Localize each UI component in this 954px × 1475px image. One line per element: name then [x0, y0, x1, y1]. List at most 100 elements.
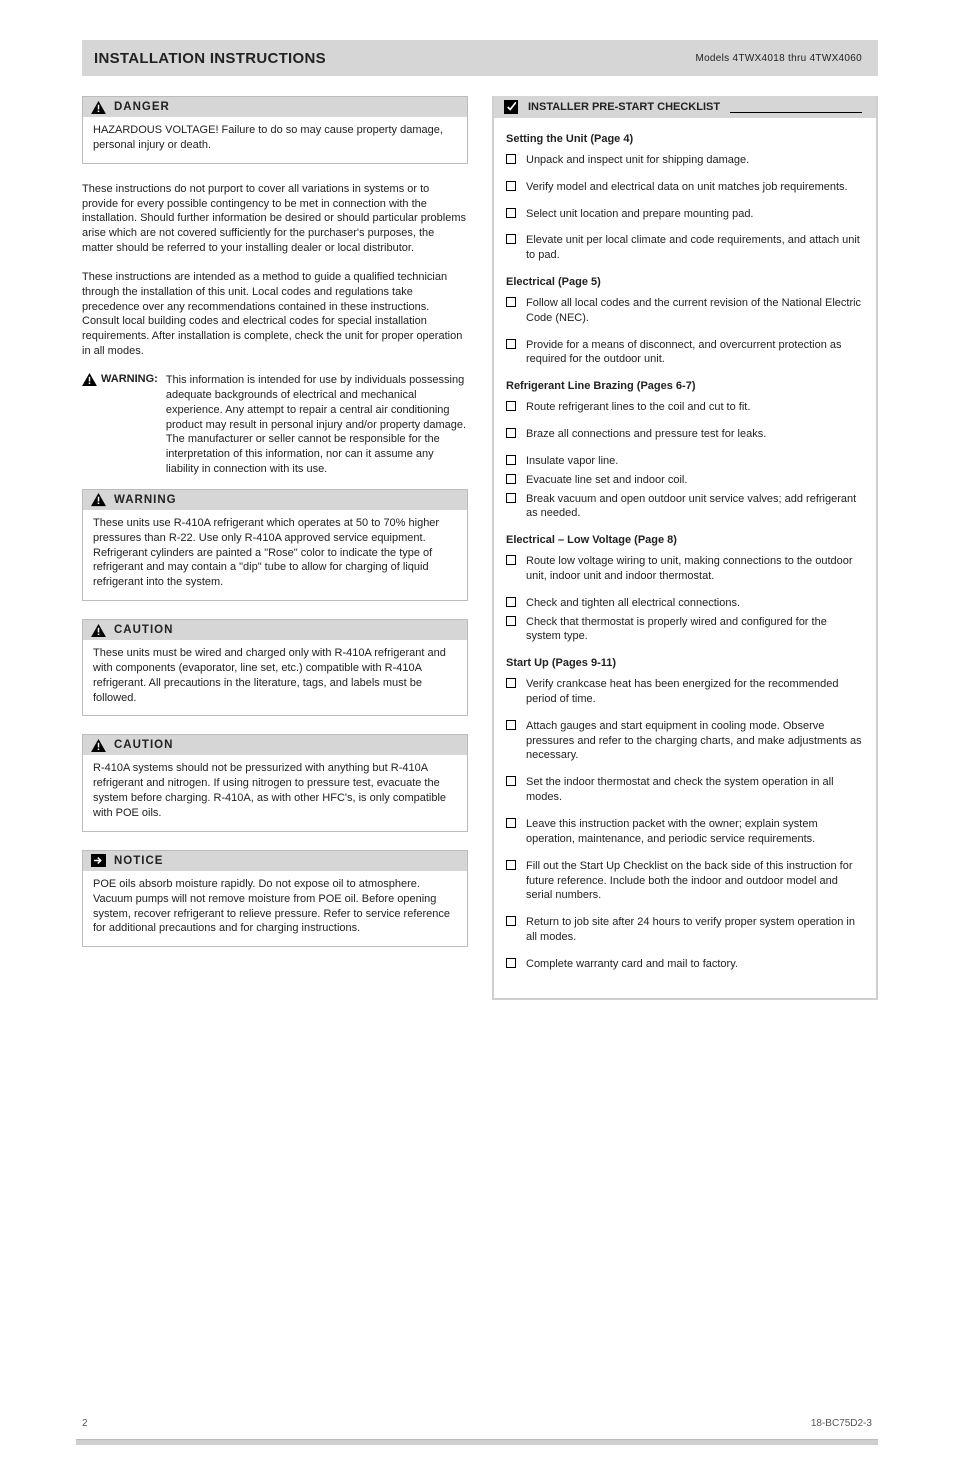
checklist-item-text: Insulate vapor line.: [526, 454, 864, 469]
checklist-item: Follow all local codes and the current r…: [506, 296, 864, 326]
danger-body: HAZARDOUS VOLTAGE! Failure to do so may …: [83, 117, 467, 163]
warning-body: These units use R-410A refrigerant which…: [83, 510, 467, 600]
caution-label-2: CAUTION: [114, 739, 173, 751]
checkbox[interactable]: [506, 678, 516, 688]
warning-label: WARNING: [114, 494, 177, 506]
checkbox[interactable]: [506, 597, 516, 607]
checklist-item-text: Leave this instruction packet with the o…: [526, 817, 864, 847]
checklist-item: Verify model and electrical data on unit…: [506, 180, 864, 195]
checkbox[interactable]: [506, 401, 516, 411]
checkbox[interactable]: [506, 339, 516, 349]
checklist-item-text: Evacuate line set and indoor coil.: [526, 473, 864, 488]
checkbox[interactable]: [506, 958, 516, 968]
checklist-item: Route refrigerant lines to the coil and …: [506, 400, 864, 415]
checklist-section-title: Electrical (Page 5): [506, 275, 864, 290]
checklist-item-text: Select unit location and prepare mountin…: [526, 207, 864, 222]
checklist-item: Insulate vapor line.: [506, 454, 864, 469]
page-subtitle: Models 4TWX4018 thru 4TWX4060: [695, 53, 866, 64]
caution-label-1: CAUTION: [114, 624, 173, 636]
checklist: Verify crankcase heat has been energized…: [506, 677, 864, 972]
checklist-item-text: Attach gauges and start equipment in coo…: [526, 719, 864, 764]
page-number-right: 18-BC75D2-3: [811, 1418, 872, 1429]
checklist-item: Elevate unit per local climate and code …: [506, 233, 864, 263]
checkbox[interactable]: [506, 493, 516, 503]
checklist-item-text: Provide for a means of disconnect, and o…: [526, 338, 864, 368]
checklist-item-text: Check that thermostat is properly wired …: [526, 615, 864, 645]
checklist-item: Provide for a means of disconnect, and o…: [506, 338, 864, 368]
checkbox[interactable]: [506, 916, 516, 926]
precheck-header: INSTALLER PRE-START CHECKLIST: [494, 96, 876, 118]
checklist-item: Evacuate line set and indoor coil.: [506, 473, 864, 488]
danger-label: DANGER: [114, 101, 170, 113]
page-number-left: 2: [82, 1418, 88, 1429]
checklist-item: Fill out the Start Up Checklist on the b…: [506, 859, 864, 904]
checklist-section-title: Start Up (Pages 9-11): [506, 656, 864, 671]
checklist-item: Set the indoor thermostat and check the …: [506, 775, 864, 805]
warning-triangle-icon: [91, 624, 106, 637]
general-paragraph-1: These instructions do not purport to cov…: [82, 182, 468, 256]
checklist-item: Break vacuum and open outdoor unit servi…: [506, 492, 864, 522]
inline-warning-text: This information is intended for use by …: [166, 373, 468, 477]
checkbox[interactable]: [506, 181, 516, 191]
checklist: Route refrigerant lines to the coil and …: [506, 400, 864, 521]
checklist-item: Complete warranty card and mail to facto…: [506, 957, 864, 972]
checklist-item-text: Route low voltage wiring to unit, making…: [526, 554, 864, 584]
checkbox[interactable]: [506, 208, 516, 218]
caution-callout-1: CAUTION These units must be wired and ch…: [82, 619, 468, 716]
checkbox[interactable]: [506, 860, 516, 870]
checklist-item: Verify crankcase heat has been energized…: [506, 677, 864, 707]
caution-callout-2: CAUTION R-410A systems should not be pre…: [82, 734, 468, 831]
checklist-item-text: Set the indoor thermostat and check the …: [526, 775, 864, 805]
footer-rule: [76, 1439, 878, 1445]
checkbox[interactable]: [506, 428, 516, 438]
warning-triangle-icon: [91, 493, 106, 506]
checklist-item-text: Elevate unit per local climate and code …: [526, 233, 864, 263]
checkbox[interactable]: [506, 776, 516, 786]
notice-callout: NOTICE POE oils absorb moisture rapidly.…: [82, 850, 468, 947]
checklist-section-title: Refrigerant Line Brazing (Pages 6-7): [506, 379, 864, 394]
checklist-item: Check and tighten all electrical connect…: [506, 596, 864, 611]
caution-header-2: CAUTION: [83, 735, 467, 755]
checklist-section-title: Setting the Unit (Page 4): [506, 132, 864, 147]
warning-triangle-icon: [91, 101, 106, 114]
checklist-section-title: Electrical – Low Voltage (Page 8): [506, 533, 864, 548]
checklist-item-text: Follow all local codes and the current r…: [526, 296, 864, 326]
notice-label: NOTICE: [114, 855, 163, 867]
checklist-item: Unpack and inspect unit for shipping dam…: [506, 153, 864, 168]
precheck-title: INSTALLER PRE-START CHECKLIST: [528, 101, 720, 113]
checkbox[interactable]: [506, 154, 516, 164]
warning-callout: WARNING These units use R-410A refrigera…: [82, 489, 468, 601]
checkbox[interactable]: [506, 455, 516, 465]
page-title: INSTALLATION INSTRUCTIONS: [94, 50, 326, 67]
warning-triangle-icon: [82, 373, 97, 386]
checkbox[interactable]: [506, 474, 516, 484]
checkbox[interactable]: [506, 818, 516, 828]
caution-body-1: These units must be wired and charged on…: [83, 640, 467, 715]
checkbox[interactable]: [506, 234, 516, 244]
checklist-item: Return to job site after 24 hours to ver…: [506, 915, 864, 945]
danger-header: DANGER: [83, 97, 467, 117]
checklist-item: Attach gauges and start equipment in coo…: [506, 719, 864, 764]
checklist: Follow all local codes and the current r…: [506, 296, 864, 367]
checklist: Route low voltage wiring to unit, making…: [506, 554, 864, 644]
checklist-item-text: Return to job site after 24 hours to ver…: [526, 915, 864, 945]
checkbox[interactable]: [506, 555, 516, 565]
checklist-item-text: Unpack and inspect unit for shipping dam…: [526, 153, 864, 168]
inline-warning-label: WARNING:: [82, 373, 158, 386]
page-title-bar: INSTALLATION INSTRUCTIONS Models 4TWX401…: [82, 40, 878, 76]
warning-triangle-icon: [91, 739, 106, 752]
checkbox[interactable]: [506, 720, 516, 730]
notice-body: POE oils absorb moisture rapidly. Do not…: [83, 871, 467, 946]
checklist-item-text: Verify model and electrical data on unit…: [526, 180, 864, 195]
right-column: INSTALLER PRE-START CHECKLIST Setting th…: [492, 96, 878, 1000]
checklist-item: Braze all connections and pressure test …: [506, 427, 864, 442]
notice-header: NOTICE: [83, 851, 467, 871]
checklist-item-text: Fill out the Start Up Checklist on the b…: [526, 859, 864, 904]
underline-rule: [730, 102, 862, 113]
checkbox[interactable]: [506, 297, 516, 307]
caution-header-1: CAUTION: [83, 620, 467, 640]
checklist-item-text: Check and tighten all electrical connect…: [526, 596, 864, 611]
checkbox[interactable]: [506, 616, 516, 626]
checklist-item-text: Verify crankcase heat has been energized…: [526, 677, 864, 707]
inline-warning-label-text: WARNING:: [101, 373, 158, 385]
